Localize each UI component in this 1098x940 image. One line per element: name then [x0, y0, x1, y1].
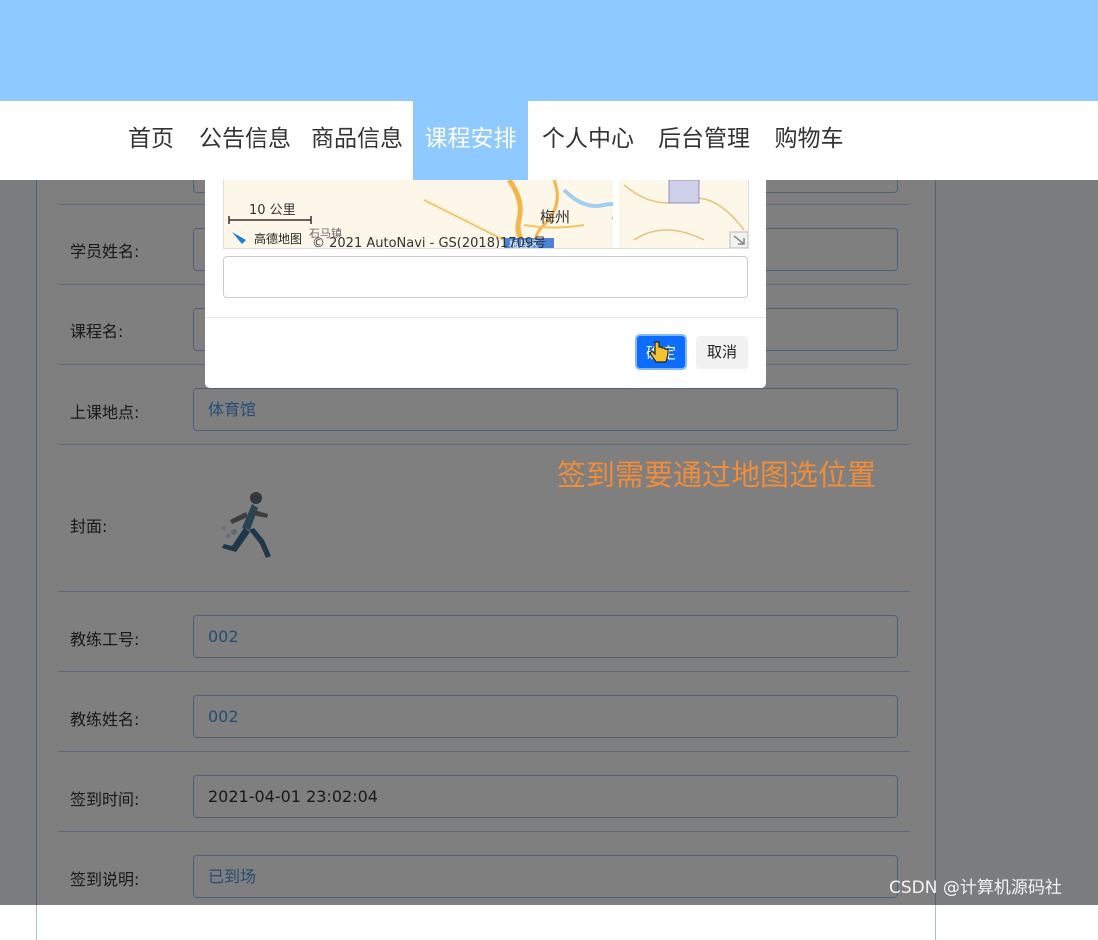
map-view[interactable]: 10 公里 梅州 石马镇 梅县区 高德地图 © 2021 AutoNavi - …: [223, 180, 749, 249]
hand-cursor-icon: [649, 341, 669, 363]
main-nav: 首页 公告信息 商品信息 课程安排 个人中心 后台管理 购物车: [0, 101, 1098, 180]
nav-item-cart[interactable]: 购物车: [770, 101, 848, 180]
location-search-input[interactable]: [223, 256, 748, 298]
annotation-text: 签到需要通过地图选位置: [557, 458, 877, 492]
watermark: CSDN @计算机源码社: [889, 878, 1062, 898]
map-city-label: 梅州: [540, 208, 571, 226]
map-scale-label: 10 公里: [249, 203, 296, 218]
nav-item-home[interactable]: 首页: [122, 101, 180, 180]
map-picker-dialog: 10 公里 梅州 石马镇 梅县区 高德地图 © 2021 AutoNavi - …: [205, 180, 766, 388]
nav-item-course-schedule[interactable]: 课程安排: [413, 101, 528, 180]
nav-item-admin[interactable]: 后台管理: [654, 101, 754, 180]
nav-item-personal-center[interactable]: 个人中心: [538, 101, 638, 180]
header-banner: [0, 0, 1098, 101]
nav-item-products[interactable]: 商品信息: [307, 101, 407, 180]
map-brand-label: 高德地图: [254, 232, 303, 246]
dialog-footer-divider: [205, 317, 766, 318]
map-copyright: © 2021 AutoNavi - GS(2018)1709号: [312, 236, 547, 249]
nav-item-announcements[interactable]: 公告信息: [195, 101, 295, 180]
cancel-button[interactable]: 取消: [696, 336, 748, 369]
